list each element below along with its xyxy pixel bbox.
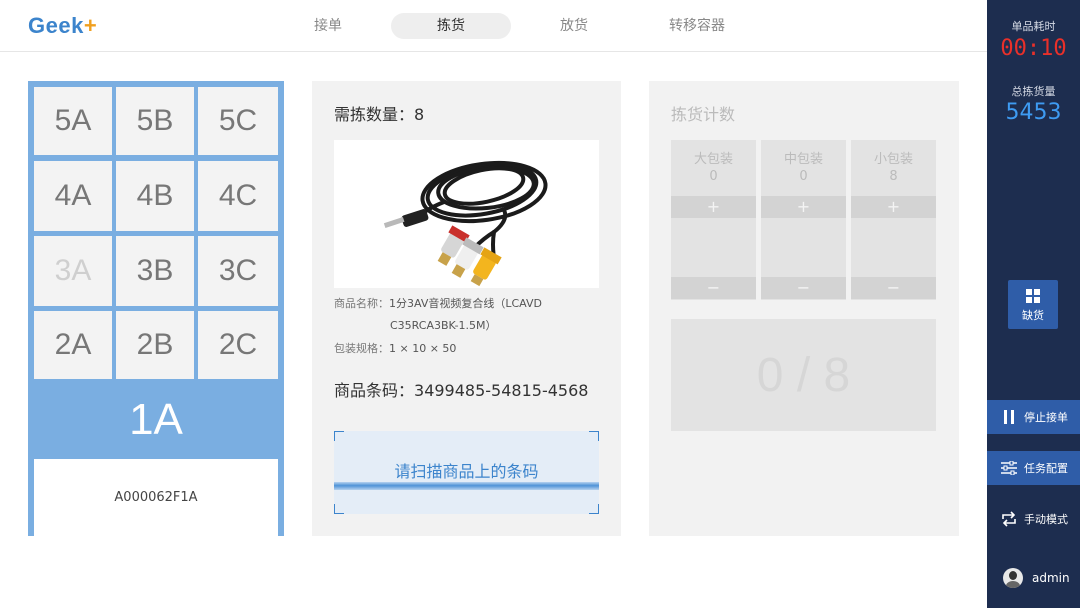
barcode-value: 3499485-54815-4568 [414, 381, 589, 400]
product-name-line2: C35RCA3BK-1.5M） [390, 319, 497, 332]
product-name-line1: 1分3AV音视频复合线（LCAVD [389, 297, 542, 310]
scan-corner [589, 431, 599, 441]
bin-3c: 3C [198, 236, 278, 306]
sliders-icon [999, 461, 1019, 475]
user-profile[interactable]: admin [1003, 568, 1070, 588]
total-picked-value: 5453 [1005, 100, 1062, 125]
pack-large-plus-button[interactable]: + [671, 196, 756, 218]
scan-corner [334, 431, 344, 441]
container-id-label: A000062F1A [34, 459, 278, 536]
total-picked-label: 总拣货量 [1011, 85, 1056, 98]
product-name-label: 商品名称： [334, 297, 389, 310]
geek-plus-logo: Geek+ [28, 13, 97, 39]
shortage-label: 缺货 [1022, 309, 1044, 322]
package-spec-value: 1 × 10 × 50 [389, 342, 457, 355]
active-bin-1a: 1A [129, 395, 183, 444]
pack-medium-count: 0 [799, 169, 808, 184]
tab-picking[interactable]: 拣货 [391, 13, 511, 39]
item-time-value: 00:10 [1000, 36, 1067, 61]
item-time-label: 单品耗时 [1011, 20, 1056, 33]
product-image [334, 140, 599, 288]
package-spec-label: 包装规格： [334, 342, 389, 355]
pack-small: 小包装 8 + − [851, 140, 936, 300]
scan-corner [589, 504, 599, 514]
bin-3b: 3B [116, 236, 194, 306]
scan-line [334, 482, 599, 490]
logo-plus: + [83, 13, 98, 38]
pause-icon [999, 410, 1019, 424]
pack-medium-minus-button[interactable]: − [761, 277, 846, 299]
product-barcode: 商品条码：3499485-54815-4568 [334, 377, 588, 401]
pack-medium-label: 中包装 [783, 152, 823, 167]
logo-text: Geek [28, 13, 84, 38]
task-config-label: 任务配置 [1024, 462, 1068, 475]
package-spec: 包装规格：1 × 10 × 50 [334, 339, 456, 359]
manual-mode-label: 手动模式 [1024, 513, 1068, 526]
tab-put-away[interactable]: 放货 [544, 13, 604, 39]
pick-counter-panel: 拣货计数 大包装 0 + − 中包装 0 + − 小包装 8 + − 0 / 8 [649, 81, 959, 536]
bin-5b: 5B [116, 87, 194, 155]
scan-prompt: 请扫描商品上的条码 [394, 462, 539, 481]
bin-5a: 5A [34, 87, 112, 155]
pick-quantity-value: 8 [414, 105, 425, 124]
stop-receiving-button[interactable]: 停止接单 [987, 400, 1080, 434]
grid-icon [1026, 289, 1040, 303]
barcode-scan-area[interactable]: 请扫描商品上的条码 [334, 431, 599, 514]
bin-2c: 2C [198, 311, 278, 379]
manual-mode-button[interactable]: 手动模式 [987, 502, 1080, 536]
shelf-bin-grid: 5A 5B 5C 4A 4B 4C 3A 3B 3C 2A 2B 2C 1A A… [28, 81, 284, 536]
product-info-panel: 需拣数量：8 商品名称：1分3AV音视频复合线（LCAVD C35RCA3BK-… [312, 81, 621, 536]
pick-quantity: 需拣数量：8 [334, 101, 424, 125]
pack-small-count: 8 [889, 169, 898, 184]
pack-medium-plus-button[interactable]: + [761, 196, 846, 218]
pack-small-minus-button[interactable]: − [851, 277, 936, 299]
bin-4a: 4A [34, 161, 112, 231]
pick-quantity-label: 需拣数量： [334, 105, 415, 124]
bin-2b: 2B [116, 311, 194, 379]
bin-3a: 3A [34, 236, 112, 306]
pack-large-count: 0 [709, 169, 718, 184]
top-navigation-bar: Geek+ 接单 拣货 放货 转移容器 [0, 0, 987, 52]
task-config-button[interactable]: 任务配置 [987, 451, 1080, 485]
pack-large-minus-button[interactable]: − [671, 277, 756, 299]
pack-large-label: 大包装 [693, 152, 733, 167]
bin-2a: 2A [34, 311, 112, 379]
bin-4b: 4B [116, 161, 194, 231]
av-cable-icon [383, 160, 548, 287]
shortage-button[interactable]: 缺货 [1008, 280, 1058, 329]
bin-5c: 5C [198, 87, 278, 155]
pack-small-plus-button[interactable]: + [851, 196, 936, 218]
pack-large: 大包装 0 + − [671, 140, 756, 300]
pack-small-label: 小包装 [873, 152, 913, 167]
repeat-icon [999, 511, 1019, 527]
tab-transfer-container[interactable]: 转移容器 [656, 13, 738, 39]
scan-corner [334, 504, 344, 514]
pack-medium: 中包装 0 + − [761, 140, 846, 300]
username: admin [1032, 571, 1070, 585]
bin-4c: 4C [198, 161, 278, 231]
counter-title: 拣货计数 [671, 105, 736, 124]
avatar [1003, 568, 1023, 588]
stop-receiving-label: 停止接单 [1024, 411, 1068, 424]
pick-progress: 0 / 8 [671, 319, 936, 431]
barcode-label: 商品条码： [334, 381, 415, 400]
tab-receive-order[interactable]: 接单 [298, 13, 358, 39]
product-name: 商品名称：1分3AV音视频复合线（LCAVD [334, 294, 542, 314]
